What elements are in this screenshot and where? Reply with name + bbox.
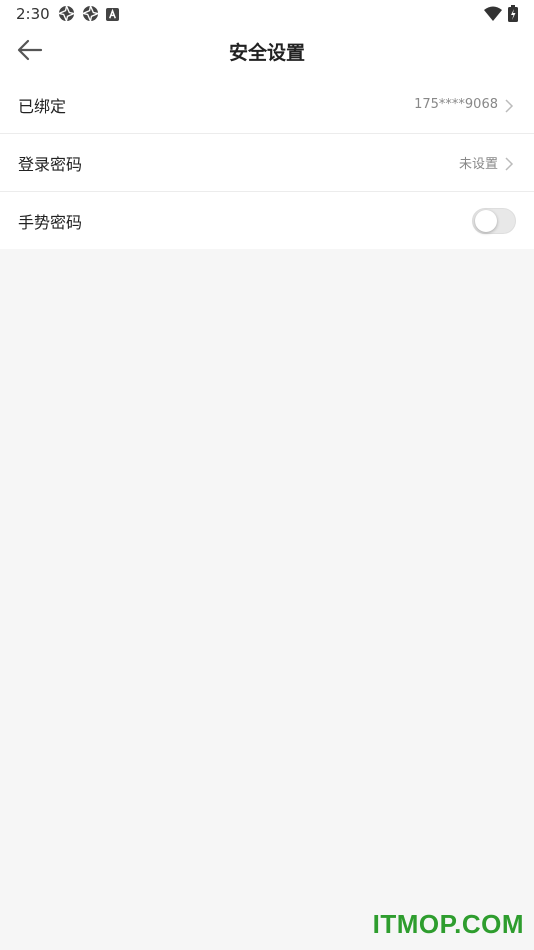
aperture-icon bbox=[82, 5, 99, 26]
page-title: 安全设置 bbox=[228, 42, 305, 64]
settings-item-login-password[interactable]: 登录密码 未设置 bbox=[0, 134, 534, 192]
settings-item-bound-phone[interactable]: 已绑定 175****9068 bbox=[0, 76, 534, 134]
chevron-right-icon bbox=[504, 156, 514, 171]
login-password-status: 未设置 bbox=[458, 157, 498, 172]
toggle-knob bbox=[475, 209, 497, 232]
settings-item-label: 已绑定 bbox=[18, 96, 67, 116]
watermark-logo: ITMOP.COM bbox=[372, 909, 524, 939]
a-icon bbox=[106, 6, 119, 25]
battery-icon bbox=[508, 5, 518, 26]
settings-item-label: 登录密码 bbox=[18, 154, 83, 174]
gesture-password-toggle[interactable] bbox=[472, 207, 516, 234]
status-icons-right bbox=[484, 5, 518, 26]
bound-phone-value: 175****9068 bbox=[414, 97, 498, 112]
settings-item-label: 手势密码 bbox=[18, 212, 83, 232]
settings-list: 已绑定 175****9068 登录密码 未设置 手势密码 bbox=[0, 76, 534, 249]
app-bar: 安全设置 bbox=[0, 28, 534, 76]
status-bar: 2:30 bbox=[0, 0, 534, 28]
settings-item-gesture-password: 手势密码 bbox=[0, 192, 534, 249]
status-time: 2:30 bbox=[16, 5, 50, 23]
wifi-icon bbox=[484, 6, 502, 26]
aperture-icon bbox=[58, 5, 75, 26]
chevron-right-icon bbox=[504, 98, 514, 113]
status-icons-left bbox=[58, 5, 119, 26]
